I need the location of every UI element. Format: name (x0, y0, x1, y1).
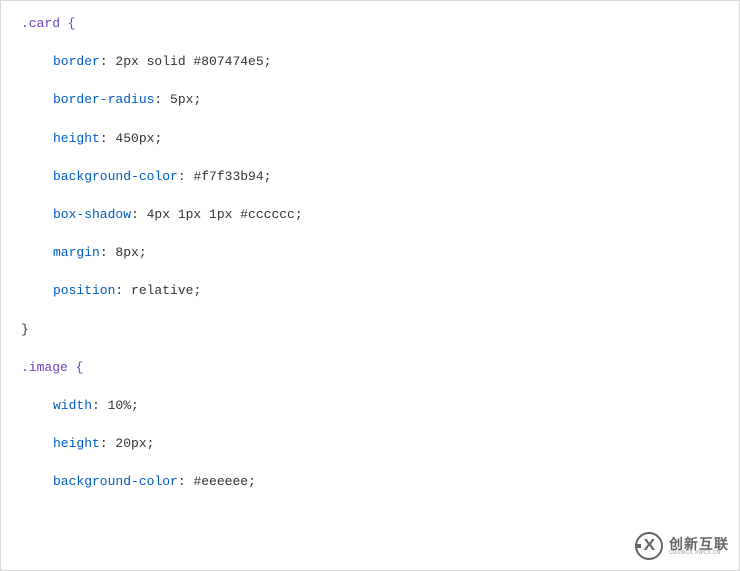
css-prop-line: margin: 8px; (21, 244, 719, 262)
css-prop-line: position: relative; (21, 282, 719, 300)
css-prop-line: box-shadow: 4px 1px 1px #cccccc; (21, 206, 719, 224)
css-prop-line: background-color: #eeeeee; (21, 473, 719, 491)
css-selector-line: .image { (21, 359, 719, 377)
css-prop-line: height: 20px; (21, 435, 719, 453)
css-prop-line: width: 10%; (21, 397, 719, 415)
watermark: X 创新互联 CDXWCX XWCX.CN (635, 532, 729, 560)
watermark-text: 创新互联 CDXWCX XWCX.CN (669, 537, 729, 556)
watermark-tagline: CDXWCX XWCX.CN (669, 551, 729, 556)
css-prop-line: border-radius: 5px; (21, 91, 719, 109)
code-block: .card { border: 2px solid #807474e5; bor… (1, 1, 739, 505)
selector: .card { (21, 16, 76, 31)
css-close-brace: } (21, 321, 719, 339)
css-selector-line: .card { (21, 15, 719, 33)
css-prop-line: border: 2px solid #807474e5; (21, 53, 719, 71)
watermark-logo-icon: X (635, 532, 663, 560)
selector: .image { (21, 360, 83, 375)
css-prop-line: height: 450px; (21, 130, 719, 148)
css-prop-line: background-color: #f7f33b94; (21, 168, 719, 186)
watermark-brand: 创新互联 (669, 537, 729, 551)
